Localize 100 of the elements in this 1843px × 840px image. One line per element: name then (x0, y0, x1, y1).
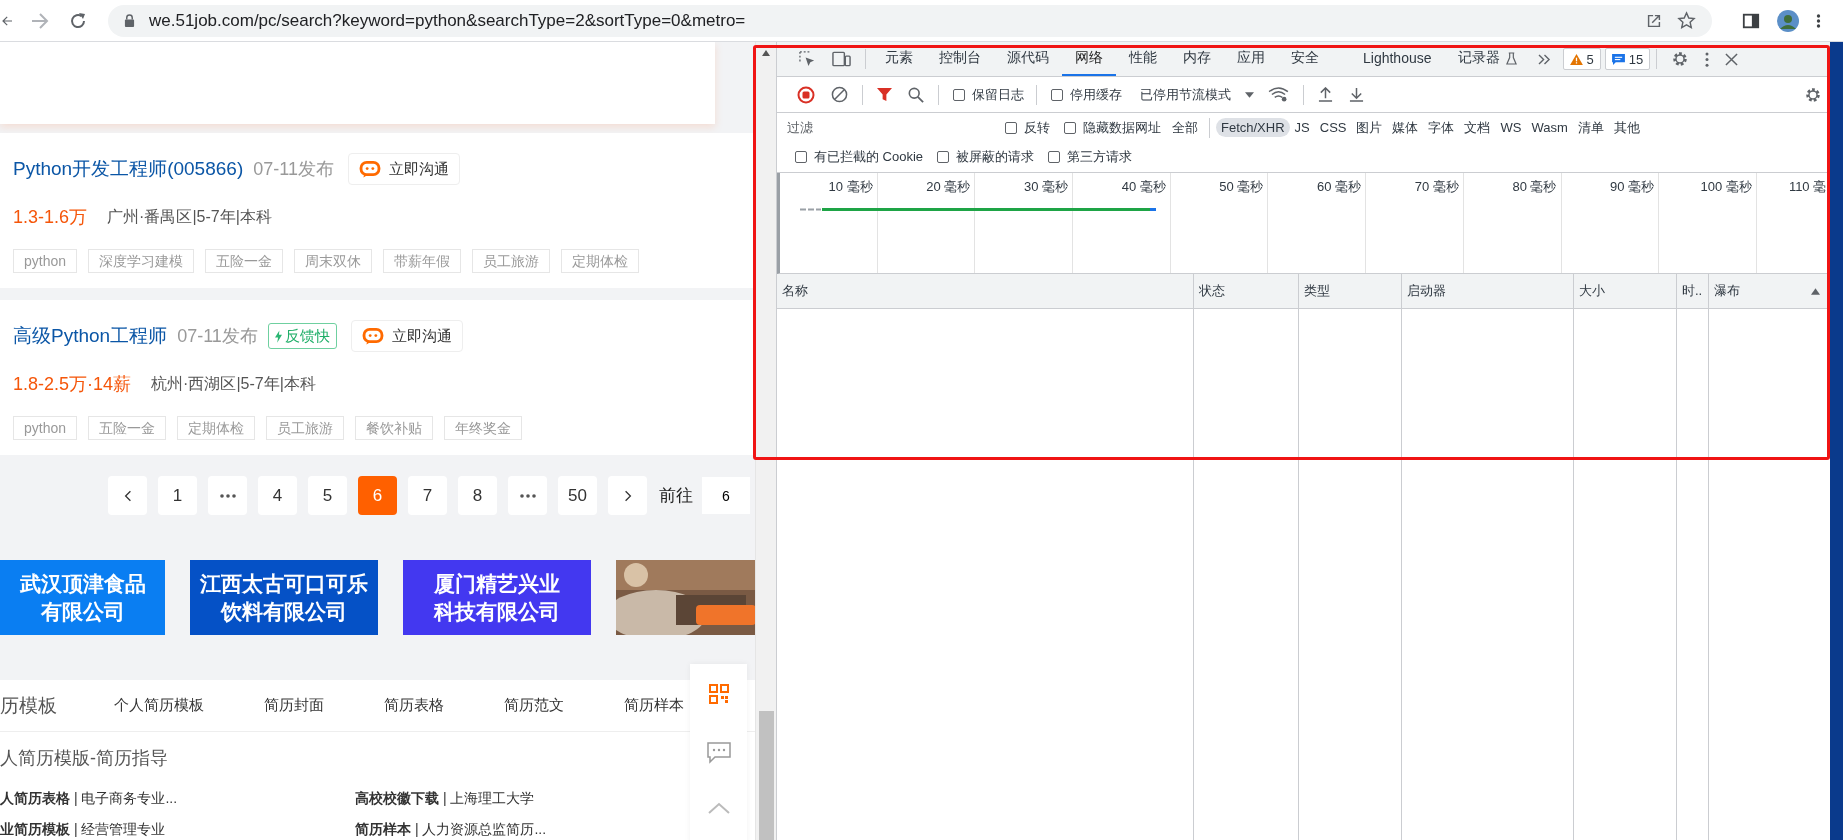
time-tick-label: 100 毫秒 (1700, 179, 1752, 194)
star-icon[interactable] (1677, 11, 1696, 30)
job-tag: 年终奖金 (444, 416, 523, 440)
checkbox[interactable] (795, 151, 807, 163)
column-header[interactable]: 名称 (777, 274, 1194, 308)
devtools-tab[interactable]: 性能 (1116, 42, 1170, 76)
settings-icon[interactable] (1804, 85, 1822, 104)
more-tabs-icon[interactable] (1537, 53, 1551, 65)
scroll-up-icon[interactable] (762, 50, 770, 56)
download-icon[interactable] (1349, 87, 1364, 102)
company-banner[interactable]: 武汉顶津食品 有限公司 (0, 560, 165, 635)
chat-button[interactable]: 立即沟通 (350, 320, 463, 352)
job-tag: python (13, 249, 78, 273)
devtools-tab[interactable]: 应用 (1224, 42, 1278, 76)
resume-link[interactable]: 业简历模板 | 经营管理专业 (0, 820, 355, 839)
clear-icon[interactable] (831, 86, 848, 103)
column-header[interactable]: 类型 (1299, 274, 1402, 308)
checkbox[interactable] (953, 88, 965, 101)
filter-icon[interactable] (877, 87, 892, 102)
scrollbar-thumb[interactable] (758, 711, 774, 840)
devtools-tab[interactable]: 安全 (1278, 42, 1332, 76)
avatar-icon[interactable] (1776, 8, 1800, 33)
type-filter-button[interactable]: 全部 (1167, 116, 1203, 139)
more-pages-button[interactable] (508, 476, 547, 515)
resume-nav-link[interactable]: 简历表格 (384, 696, 444, 715)
devtools-tab[interactable]: 内存 (1170, 42, 1224, 76)
column-header[interactable]: 状态 (1194, 274, 1299, 308)
type-filter-button[interactable]: Wasm (1526, 118, 1573, 137)
devtools-tab[interactable]: 元素 (872, 42, 926, 76)
page-input[interactable]: 6 (702, 477, 750, 514)
devtools-tab[interactable]: 网络 (1062, 42, 1116, 76)
inspect-icon[interactable] (799, 50, 816, 68)
search-icon[interactable] (908, 86, 924, 103)
checkbox-label: 反转 (1024, 118, 1050, 137)
devtools-tab[interactable]: 控制台 (926, 42, 994, 76)
chat-button[interactable]: 立即沟通 (347, 153, 460, 185)
type-filter-button[interactable]: 媒体 (1387, 116, 1424, 139)
job-tag: 定期体检 (177, 416, 256, 440)
checkbox[interactable] (1051, 88, 1063, 101)
type-filter-button[interactable]: 图片 (1351, 116, 1388, 139)
upload-icon[interactable] (1318, 87, 1333, 102)
page-button[interactable]: 7 (408, 476, 447, 515)
resume-nav-link[interactable]: 简历样本 (624, 696, 684, 715)
menu-icon[interactable] (1816, 11, 1821, 30)
page-button[interactable]: 50 (558, 476, 597, 515)
checkbox[interactable] (1005, 121, 1017, 134)
type-filter-button[interactable]: 清单 (1572, 116, 1609, 139)
checkbox[interactable] (937, 151, 950, 163)
side-panel-icon[interactable] (1742, 11, 1760, 30)
column-header[interactable]: 大小 (1574, 274, 1677, 308)
message-icon[interactable] (706, 742, 731, 764)
column-header[interactable]: 启动器 (1402, 274, 1574, 308)
resume-nav-link[interactable]: 简历范文 (504, 696, 564, 715)
resume-link[interactable]: 高校校徽下载 | 上海理工大学 (355, 789, 655, 808)
company-banner[interactable]: 厦门精艺兴业 科技有限公司 (403, 560, 591, 635)
type-filter-button[interactable]: CSS (1314, 118, 1352, 137)
type-filter-button[interactable]: Fetch/XHR (1216, 118, 1290, 137)
warnings-badge[interactable]: 5 (1562, 48, 1601, 70)
page-button[interactable]: 4 (258, 476, 297, 515)
lock-icon (124, 14, 135, 27)
job-title[interactable]: 高级Python工程师 (13, 323, 168, 349)
type-filter-button[interactable]: 文档 (1459, 116, 1496, 139)
more-options-icon[interactable] (1705, 51, 1710, 67)
caret-icon (1245, 91, 1254, 98)
device-toggle-icon[interactable] (832, 51, 851, 67)
checkbox[interactable] (1064, 121, 1076, 134)
scrollbar[interactable] (755, 42, 776, 840)
type-filter-button[interactable]: WS (1495, 118, 1527, 137)
resume-link[interactable]: 简历样本 | 人力资源总监简历... (355, 820, 655, 839)
job-title[interactable]: Python开发工程师(005866) (13, 156, 244, 182)
record-icon[interactable] (797, 85, 815, 104)
throttle-dropdown[interactable]: 已停用节流模式 (1134, 84, 1260, 105)
column-header[interactable]: 时.. (1677, 274, 1709, 308)
devtools-tab[interactable]: 记录器 (1444, 42, 1530, 76)
time-tick-label: 80 毫秒 (1512, 179, 1557, 194)
type-filter-button[interactable]: JS (1289, 118, 1315, 137)
time-tick-label: 40 毫秒 (1121, 179, 1166, 194)
devtools-tab[interactable]: 源代码 (994, 42, 1062, 76)
close-icon[interactable] (1725, 52, 1739, 66)
more-pages-button[interactable] (208, 476, 247, 515)
reload-icon[interactable] (68, 10, 88, 31)
wifi-settings-icon[interactable] (1268, 87, 1289, 102)
company-banner[interactable]: 江西太古可口可乐 饮料有限公司 (190, 560, 378, 635)
address-bar[interactable]: we.51job.com/pc/search?keyword=python&searchType=2&sortType=0&metro= (108, 4, 1712, 37)
job-card[interactable]: 高级Python工程师 07-11发布 反馈快 立即沟通 1.8-2.5万·14薪 杭州·西湖区|5-7年|本科 python 五险一金 定期体检 员工旅游 餐饮补贴 年终奖金 (0, 300, 755, 455)
page-button[interactable]: 1 (158, 476, 197, 515)
resume-nav-link[interactable]: 简历封面 (264, 696, 324, 715)
column-header[interactable]: 瀑布 (1709, 274, 1830, 308)
messages-badge[interactable]: 15 (1604, 48, 1651, 70)
page-button[interactable]: 8 (458, 476, 497, 515)
qr-code-icon[interactable] (708, 684, 729, 704)
settings-icon[interactable] (1671, 50, 1690, 68)
job-card[interactable]: Python开发工程师(005866) 07-11发布 立即沟通 1.3-1.6万 广州·番禺区|5-7年|本科 python 深度学习建模 五险一金 周末双休 带薪年假 员工旅游 定期体检 (0, 133, 755, 288)
checkbox[interactable] (1048, 151, 1061, 163)
resume-link[interactable]: 人简历表格 | 电子商务专业... (0, 789, 355, 808)
page-button[interactable]: 5 (308, 476, 347, 515)
resume-nav-link[interactable]: 个人简历模板 (114, 696, 204, 715)
type-filter-button[interactable]: 其他 (1608, 116, 1645, 139)
devtools-tab[interactable]: Lighthouse (1350, 42, 1445, 76)
type-filter-button[interactable]: 字体 (1423, 116, 1460, 139)
